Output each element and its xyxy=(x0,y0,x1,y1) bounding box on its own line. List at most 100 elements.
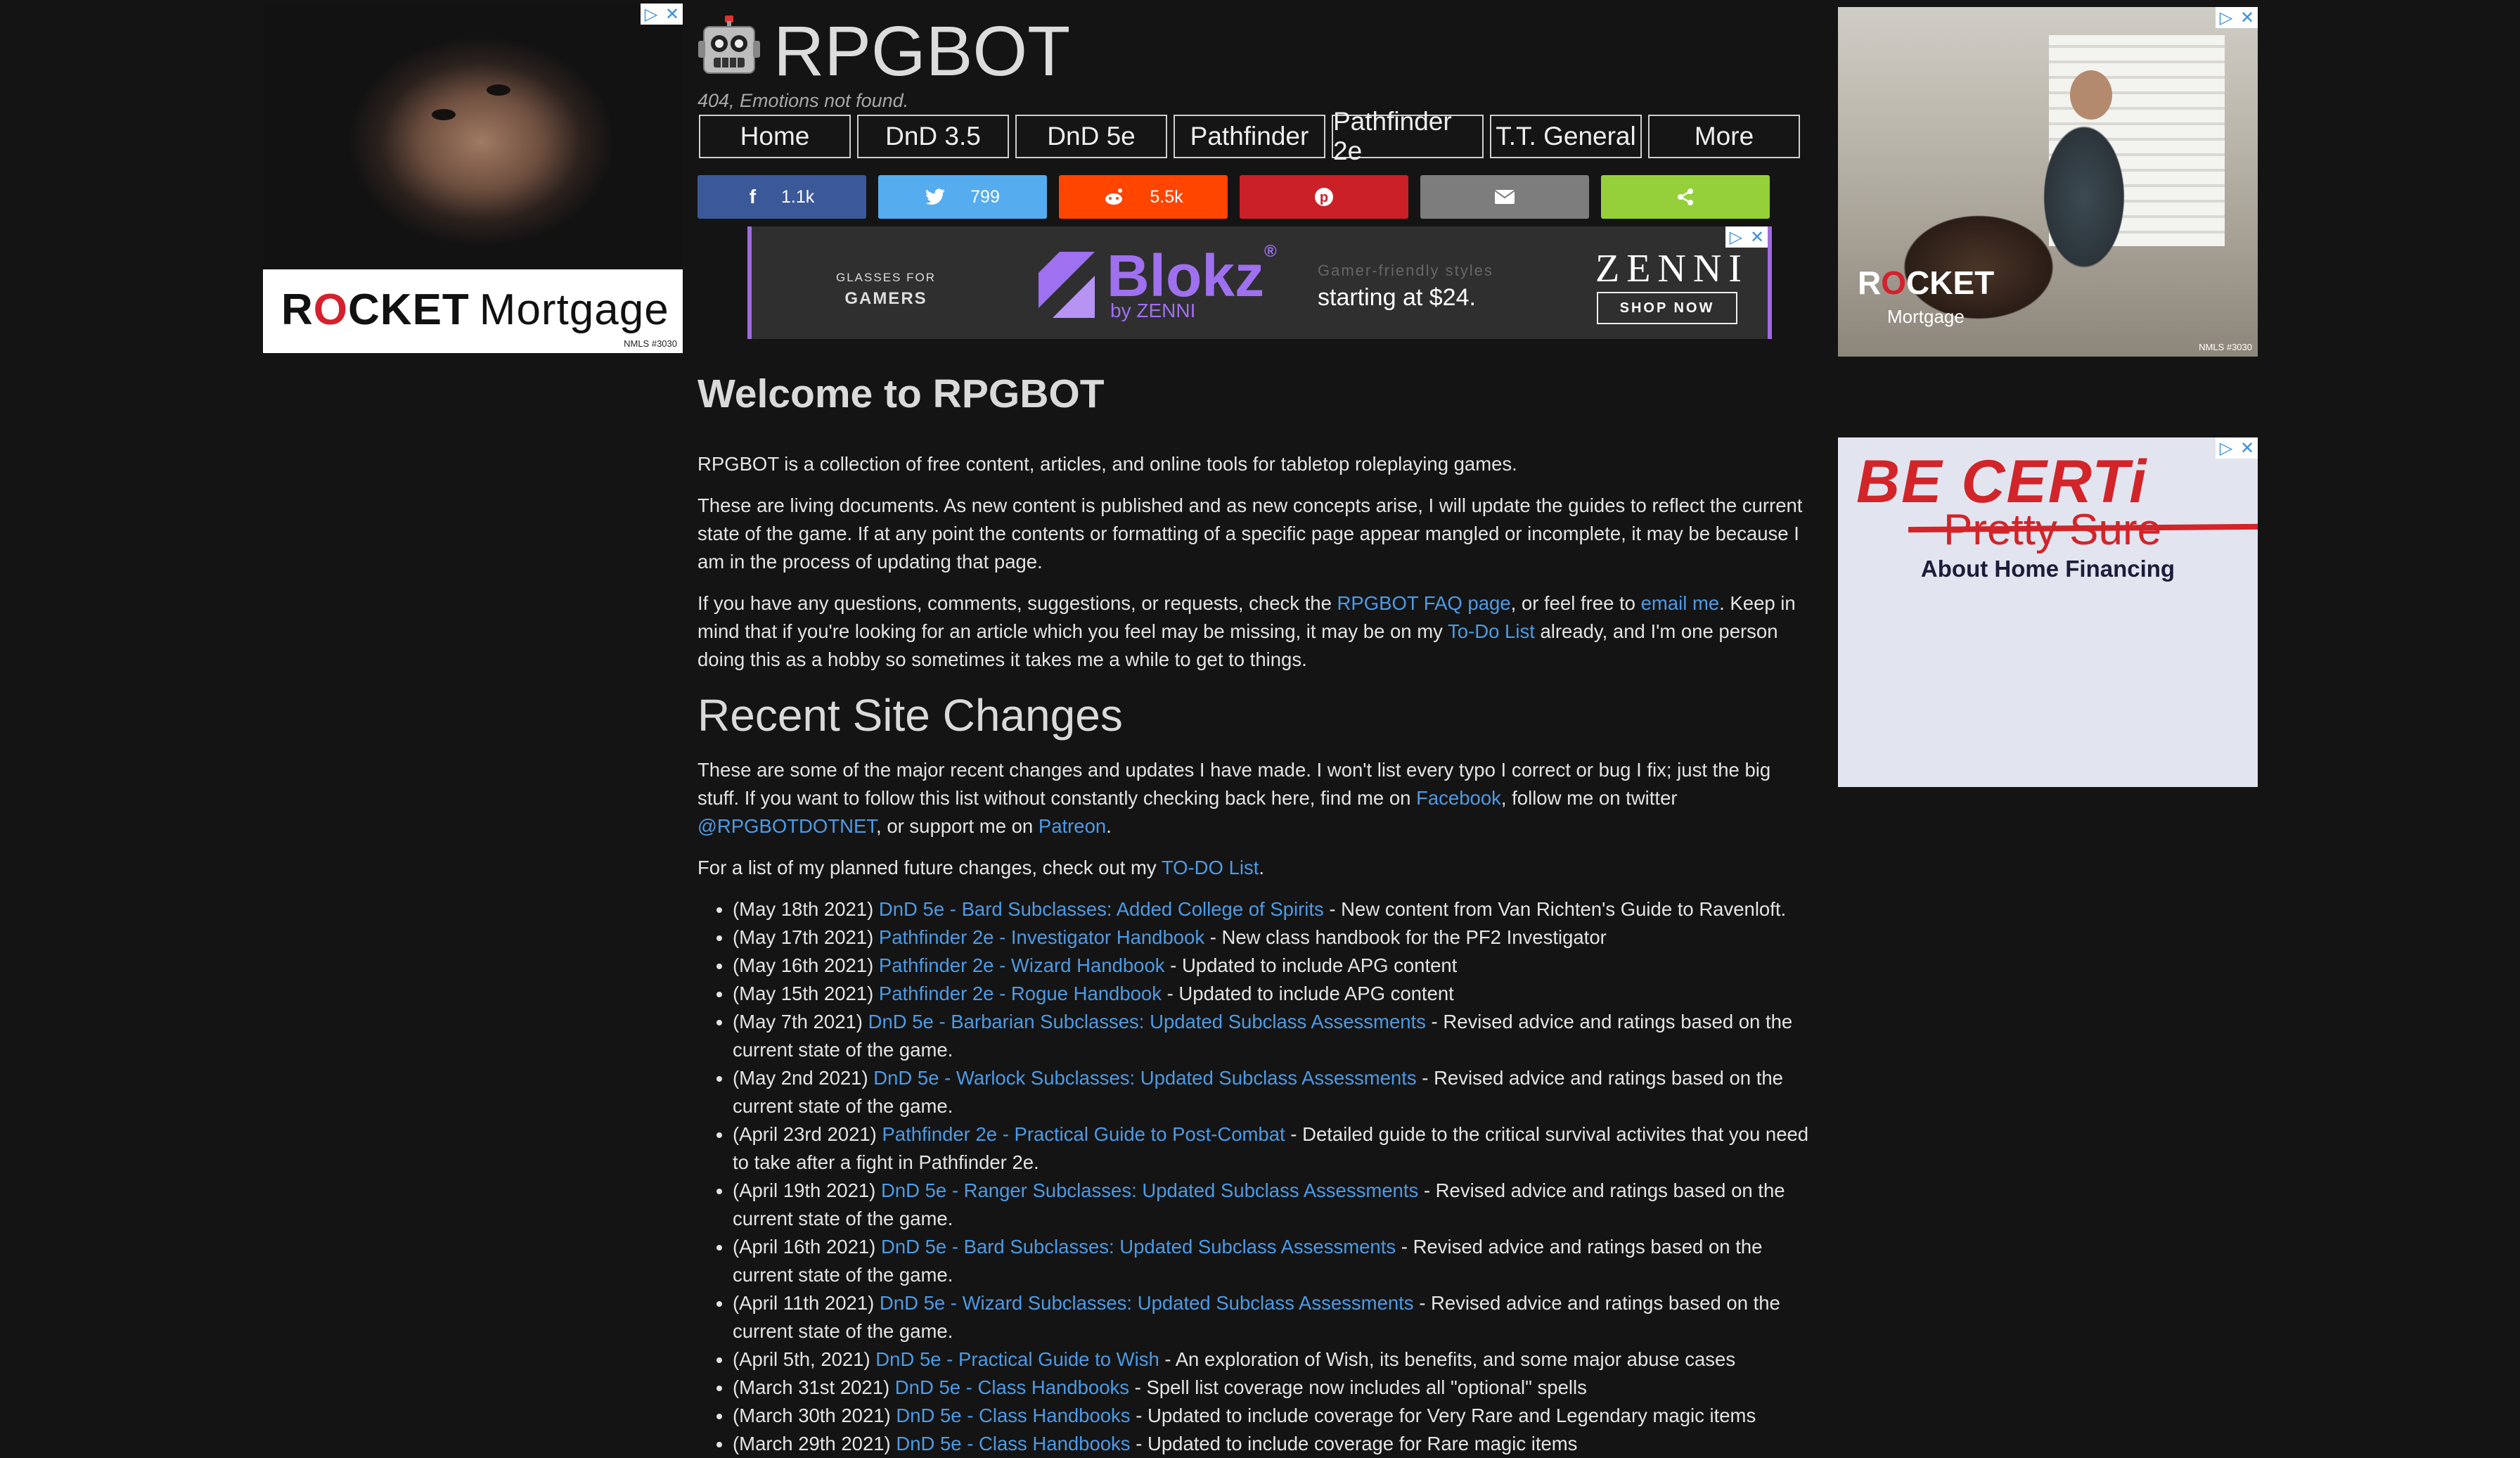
adchoices-controls[interactable]: ▷ ✕ xyxy=(2216,7,2258,28)
recent-changes-list: (May 18th 2021) DnD 5e - Bard Subclasses… xyxy=(698,895,1815,1458)
twitter-icon xyxy=(925,188,946,205)
main-content: Welcome to RPGBOT RPGBOT is a collection… xyxy=(698,366,1815,1458)
todo-list-link[interactable]: TO-DO List xyxy=(1162,857,1259,878)
list-item: (March 31st 2021) DnD 5e - Class Handboo… xyxy=(733,1374,1815,1402)
banner-by-zenni: by ZENNI xyxy=(1110,300,1196,321)
list-item: (April 19th 2021) DnD 5e - Ranger Subcla… xyxy=(733,1177,1815,1233)
pinterest-icon: p xyxy=(1315,188,1333,206)
share-facebook-button[interactable]: f 1.1k xyxy=(698,175,866,219)
list-item: (March 30th 2021) DnD 5e - Class Handboo… xyxy=(733,1402,1815,1430)
banner-glasses-for-gamers: GLASSES FOR GAMERS xyxy=(836,271,936,308)
ad-photo-eye xyxy=(432,109,456,120)
nav-tt-general[interactable]: T.T. General xyxy=(1490,115,1642,158)
share-icon xyxy=(1678,188,1693,205)
twitter-share-count: 799 xyxy=(970,186,1000,207)
share-twitter-button[interactable]: 799 xyxy=(878,175,1047,219)
planned-changes-paragraph: For a list of my planned future changes,… xyxy=(698,857,1265,878)
adchoices-icon[interactable]: ▷ xyxy=(1725,226,1747,248)
change-link[interactable]: DnD 5e - Wizard Subclasses: Updated Subc… xyxy=(880,1292,1414,1314)
change-link[interactable]: DnD 5e - Ranger Subclasses: Updated Subc… xyxy=(881,1179,1418,1201)
email-link[interactable]: email me xyxy=(1641,592,1720,614)
change-link[interactable]: DnD 5e - Class Handbooks xyxy=(896,1433,1130,1454)
change-link[interactable]: DnD 5e - Practical Guide to Wish xyxy=(875,1348,1159,1370)
banner-adchoices-controls[interactable]: ▷ ✕ xyxy=(1725,226,1768,248)
share-reddit-button[interactable]: 5.5k xyxy=(1059,175,1228,219)
nav-dnd35[interactable]: DnD 3.5 xyxy=(857,115,1009,158)
reddit-icon xyxy=(1105,188,1123,205)
change-link[interactable]: DnD 5e - Barbarian Subclasses: Updated S… xyxy=(868,1011,1426,1032)
banner-gamer-friendly: Gamer-friendly styles xyxy=(1318,262,1493,279)
list-item: (April 23rd 2021) Pathfinder 2e - Practi… xyxy=(733,1120,1815,1177)
change-link[interactable]: DnD 5e - Class Handbooks xyxy=(896,1405,1130,1426)
recent-changes-title: Recent Site Changes xyxy=(698,690,1123,741)
rocket-mortgage-logo: ROCKET Mortgage xyxy=(281,286,669,334)
ad-brand-bar: ROCKET Mortgage NMLS #3030 xyxy=(263,269,683,353)
facebook-share-count: 1.1k xyxy=(781,186,815,207)
list-item: (March 29th 2021) DnD 5e - Class Handboo… xyxy=(733,1430,1815,1458)
svg-text:p: p xyxy=(1320,190,1328,205)
ad-close-icon[interactable]: ✕ xyxy=(1747,226,1768,248)
share-more-button[interactable] xyxy=(1601,175,1770,219)
change-link[interactable]: Pathfinder 2e - Rogue Handbook xyxy=(879,983,1162,1004)
ad-close-icon[interactable]: ✕ xyxy=(662,4,683,25)
questions-paragraph: If you have any questions, comments, sug… xyxy=(698,592,1796,670)
living-documents-paragraph: These are living documents. As new conte… xyxy=(698,494,1803,573)
ad-photo-head xyxy=(2070,70,2112,120)
nav-home[interactable]: Home xyxy=(699,115,851,158)
banner-price: starting at $24. xyxy=(1318,284,1476,311)
ad-close-icon[interactable]: ✕ xyxy=(2237,437,2258,459)
list-item: (May 18th 2021) DnD 5e - Bard Subclasses… xyxy=(733,895,1815,923)
banner-advertisement[interactable]: GLASSES FOR GAMERS Blokz® by ZENNI Gamer… xyxy=(747,226,1772,339)
list-item: (May 15th 2021) Pathfinder 2e - Rogue Ha… xyxy=(733,980,1815,1008)
todo-list-link[interactable]: To-Do List xyxy=(1448,620,1535,642)
nav-more[interactable]: More xyxy=(1648,115,1800,158)
adchoices-icon[interactable]: ▷ xyxy=(2216,7,2237,28)
share-email-button[interactable] xyxy=(1420,175,1589,219)
change-link[interactable]: Pathfinder 2e - Wizard Handbook xyxy=(879,954,1165,976)
list-item: (May 7th 2021) DnD 5e - Barbarian Subcla… xyxy=(733,1008,1815,1064)
email-icon xyxy=(1495,190,1515,204)
zenni-logo: ZENNI xyxy=(1595,247,1749,290)
change-link[interactable]: Pathfinder 2e - Practical Guide to Post-… xyxy=(882,1123,1285,1145)
change-link[interactable]: DnD 5e - Warlock Subclasses: Updated Sub… xyxy=(873,1067,1416,1089)
left-advertisement[interactable]: ROCKET Mortgage NMLS #3030 ▷ ✕ xyxy=(263,4,683,353)
adchoices-icon[interactable]: ▷ xyxy=(2216,437,2237,459)
patreon-link[interactable]: Patreon xyxy=(1039,815,1106,837)
twitter-link[interactable]: @RPGBOTDOTNET xyxy=(698,815,876,837)
list-item: (April 11th 2021) DnD 5e - Wizard Subcla… xyxy=(733,1289,1815,1345)
change-link[interactable]: Pathfinder 2e - Investigator Handbook xyxy=(879,926,1204,948)
site-title[interactable]: RPGBOT xyxy=(773,13,1070,90)
nav-pathfinder[interactable]: Pathfinder xyxy=(1174,115,1325,158)
share-bar: f 1.1k 799 5.5k p xyxy=(698,175,1770,219)
recent-intro-paragraph: These are some of the major recent chang… xyxy=(698,759,1771,837)
adchoices-controls[interactable]: ▷ ✕ xyxy=(2216,437,2258,459)
list-item: (April 16th 2021) DnD 5e - Bard Subclass… xyxy=(733,1233,1815,1289)
adchoices-controls[interactable]: ▷ ✕ xyxy=(641,4,683,25)
faq-link[interactable]: RPGBOT FAQ page xyxy=(1337,592,1511,614)
ad-close-icon[interactable]: ✕ xyxy=(2237,7,2258,28)
ad-photo-eye xyxy=(487,84,510,96)
list-item: (May 2nd 2021) DnD 5e - Warlock Subclass… xyxy=(733,1064,1815,1120)
right-advertisement-top[interactable]: ROCKET Mortgage NMLS #3030 ▷ ✕ xyxy=(1838,7,2258,357)
share-pinterest-button[interactable]: p xyxy=(1240,175,1408,219)
robot-logo-icon[interactable] xyxy=(698,15,760,76)
nav-pathfinder2e[interactable]: Pathfinder 2e xyxy=(1332,107,1484,165)
list-item: (May 17th 2021) Pathfinder 2e - Investig… xyxy=(733,923,1815,952)
change-link[interactable]: DnD 5e - Bard Subclasses: Added College … xyxy=(879,898,1324,920)
blokz-logo-icon xyxy=(1039,252,1095,318)
adchoices-icon[interactable]: ▷ xyxy=(641,4,662,25)
shop-now-button[interactable]: SHOP NOW xyxy=(1597,292,1737,324)
facebook-link[interactable]: Facebook xyxy=(1416,787,1501,809)
welcome-title: Welcome to RPGBOT xyxy=(698,371,1105,416)
rocket-mortgage-logo: ROCKET Mortgage xyxy=(1858,264,1995,327)
ad-photo-person xyxy=(2014,91,2154,302)
list-item: (May 16th 2021) Pathfinder 2e - Wizard H… xyxy=(733,952,1815,980)
reddit-share-count: 5.5k xyxy=(1150,186,1183,207)
nav-dnd5e[interactable]: DnD 5e xyxy=(1015,115,1167,158)
change-link[interactable]: DnD 5e - Bard Subclasses: Updated Subcla… xyxy=(881,1236,1396,1258)
facebook-icon: f xyxy=(749,186,757,207)
change-link[interactable]: DnD 5e - Class Handbooks xyxy=(895,1376,1129,1398)
intro-paragraph: RPGBOT is a collection of free content, … xyxy=(698,453,1517,475)
site-tagline: 404, Emotions not found. xyxy=(698,90,909,111)
right-advertisement-bottom[interactable]: BE CERTi Pretty Sure About Home Financin… xyxy=(1838,437,2258,787)
